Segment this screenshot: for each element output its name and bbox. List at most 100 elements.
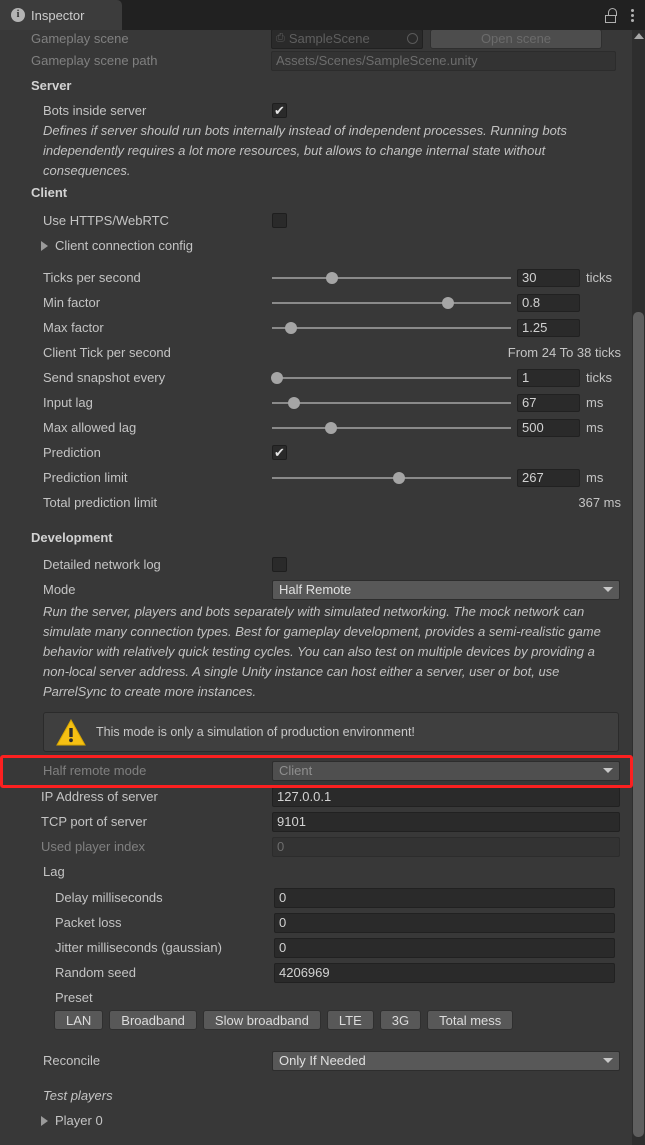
- reconcile-dropdown[interactable]: Only If Needed: [272, 1050, 620, 1071]
- row-min-factor: Min factor 0.8: [0, 290, 632, 315]
- vertical-scrollbar[interactable]: [632, 30, 645, 1145]
- chevron-right-icon[interactable]: [41, 1115, 48, 1126]
- max-factor-slider[interactable]: [272, 320, 511, 336]
- use-https-checkbox[interactable]: [272, 213, 287, 228]
- gameplay-scene-label: Gameplay scene: [31, 31, 129, 46]
- preset-label: Preset: [55, 990, 93, 1005]
- preset-button-group: LAN Broadband Slow broadband LTE 3G Tota…: [54, 1010, 514, 1030]
- preset-button-slow-broadband[interactable]: Slow broadband: [202, 1010, 321, 1030]
- row-send-snapshot-every: Send snapshot every 1 ticks: [0, 365, 632, 390]
- prediction-limit-value[interactable]: 267: [517, 468, 580, 487]
- chevron-down-icon: [603, 1058, 613, 1063]
- ticks-per-second-label: Ticks per second: [43, 270, 141, 285]
- gameplay-scene-objectfield[interactable]: ⎙ SampleScene: [271, 30, 423, 49]
- inspector-titlebar: i Inspector: [0, 0, 645, 30]
- max-allowed-lag-slider[interactable]: [272, 420, 511, 436]
- row-preset: Preset: [0, 985, 632, 1010]
- max-factor-label: Max factor: [43, 320, 104, 335]
- row-bots-inside-server: Bots inside server ✔: [0, 98, 632, 123]
- slider-knob[interactable]: [325, 271, 338, 284]
- prediction-limit-slider[interactable]: [272, 470, 511, 486]
- slider-knob[interactable]: [392, 471, 405, 484]
- ticks-per-second-unit: ticks: [586, 270, 612, 285]
- gameplay-scene-value: SampleScene: [288, 31, 370, 46]
- section-header-client: Client: [0, 180, 632, 205]
- tab-inspector[interactable]: i Inspector: [0, 0, 122, 30]
- slider-knob[interactable]: [441, 296, 454, 309]
- ticks-per-second-value[interactable]: 30: [517, 268, 580, 287]
- jitter-milliseconds-input[interactable]: 0: [274, 937, 615, 958]
- ip-address-input[interactable]: 127.0.0.1: [272, 786, 620, 807]
- section-header-server: Server: [0, 73, 632, 98]
- send-snapshot-every-value[interactable]: 1: [517, 368, 580, 387]
- min-factor-value[interactable]: 0.8: [517, 293, 580, 312]
- total-prediction-limit-value: 367 ms: [578, 495, 621, 510]
- row-total-prediction-limit: Total prediction limit 367 ms: [0, 490, 632, 515]
- preset-button-lte[interactable]: LTE: [326, 1010, 374, 1030]
- preset-button-lan[interactable]: LAN: [54, 1010, 104, 1030]
- inspector-content: Gameplay scene ⎙ SampleScene Open scene …: [0, 30, 632, 1145]
- input-lag-value[interactable]: 67: [517, 393, 580, 412]
- half-remote-mode-dropdown[interactable]: Client: [272, 760, 620, 781]
- gameplay-scene-path-label: Gameplay scene path: [31, 53, 158, 68]
- section-header-lag: Lag: [0, 859, 632, 884]
- reconcile-label: Reconcile: [43, 1053, 101, 1068]
- object-picker-icon[interactable]: [407, 33, 418, 44]
- scroll-up-arrow-icon[interactable]: [634, 33, 644, 39]
- chevron-down-icon: [603, 587, 613, 592]
- ticks-per-second-slider[interactable]: [272, 270, 511, 286]
- used-player-index-label: Used player index: [41, 839, 146, 854]
- send-snapshot-every-unit: ticks: [586, 370, 612, 385]
- row-input-lag: Input lag 67 ms: [0, 390, 632, 415]
- mode-description: Run the server, players and bots separat…: [43, 604, 601, 699]
- max-allowed-lag-label: Max allowed lag: [43, 420, 137, 435]
- random-seed-input[interactable]: 4206969: [274, 962, 615, 983]
- slider-knob[interactable]: [270, 371, 283, 384]
- preset-button-total-mess[interactable]: Total mess: [427, 1010, 514, 1030]
- packet-loss-input[interactable]: 0: [274, 912, 615, 933]
- preset-button-broadband[interactable]: Broadband: [109, 1010, 197, 1030]
- input-lag-slider[interactable]: [272, 395, 511, 411]
- min-factor-label: Min factor: [43, 295, 101, 310]
- min-factor-slider[interactable]: [272, 295, 511, 311]
- send-snapshot-every-slider[interactable]: [270, 370, 511, 386]
- unity-scene-icon: ⎙: [276, 32, 285, 44]
- server-header-label: Server: [31, 78, 72, 93]
- ip-address-label: IP Address of server: [41, 789, 158, 804]
- max-allowed-lag-value[interactable]: 500: [517, 418, 580, 437]
- tcp-port-input[interactable]: 9101: [272, 811, 620, 832]
- preset-button-3g[interactable]: 3G: [379, 1010, 422, 1030]
- chevron-right-icon[interactable]: [41, 240, 48, 251]
- open-scene-button[interactable]: Open scene: [430, 30, 602, 49]
- bots-inside-server-checkbox[interactable]: ✔: [272, 103, 287, 118]
- delay-milliseconds-label: Delay milliseconds: [55, 890, 163, 905]
- row-player-0[interactable]: Player 0: [0, 1108, 632, 1133]
- bots-inside-server-label: Bots inside server: [43, 103, 147, 118]
- slider-knob[interactable]: [324, 421, 337, 434]
- total-prediction-limit-label: Total prediction limit: [43, 495, 158, 510]
- lock-icon[interactable]: [604, 7, 617, 23]
- row-packet-loss: Packet loss 0: [0, 910, 632, 935]
- max-allowed-lag-unit: ms: [586, 420, 604, 435]
- half-remote-mode-value: Client: [279, 763, 313, 778]
- row-random-seed: Random seed 4206969: [0, 960, 632, 985]
- row-max-factor: Max factor 1.25: [0, 315, 632, 340]
- row-client-connection-config[interactable]: Client connection config: [0, 233, 632, 258]
- max-factor-value[interactable]: 1.25: [517, 318, 580, 337]
- slider-knob[interactable]: [285, 321, 298, 334]
- delay-milliseconds-input[interactable]: 0: [274, 887, 615, 908]
- kebab-menu-icon[interactable]: [628, 7, 637, 24]
- client-tick-per-second-label: Client Tick per second: [43, 345, 171, 360]
- prediction-checkbox[interactable]: ✔: [272, 445, 287, 460]
- mode-dropdown[interactable]: Half Remote: [272, 579, 620, 600]
- row-used-player-index: Used player index 0: [0, 834, 632, 859]
- test-players-label: Test players: [43, 1088, 113, 1103]
- row-prediction-limit: Prediction limit 267 ms: [0, 465, 632, 490]
- prediction-limit-label: Prediction limit: [43, 470, 128, 485]
- used-player-index-input[interactable]: 0: [272, 836, 620, 857]
- row-prediction: Prediction ✔: [0, 440, 632, 465]
- scrollbar-thumb[interactable]: [633, 312, 644, 1137]
- gameplay-scene-path-value[interactable]: Assets/Scenes/SampleScene.unity: [271, 50, 616, 71]
- slider-knob[interactable]: [287, 396, 300, 409]
- detailed-network-log-checkbox[interactable]: [272, 557, 287, 572]
